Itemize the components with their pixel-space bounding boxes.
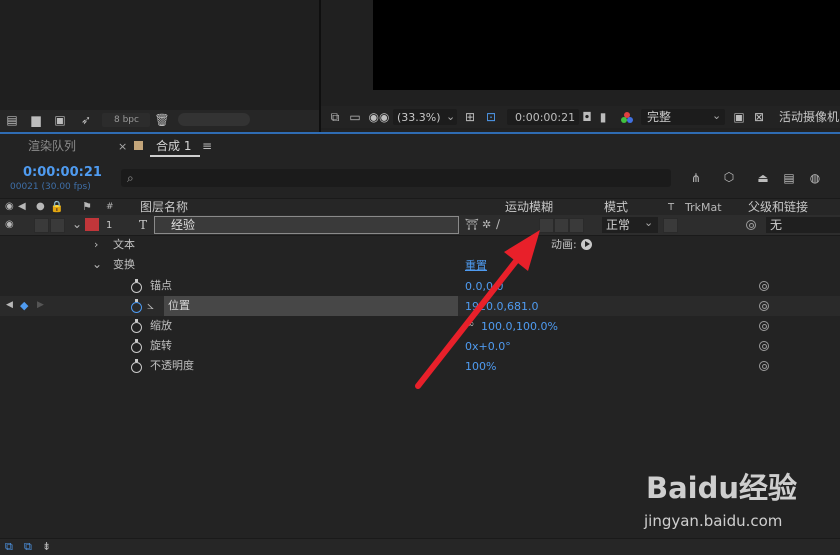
transfer-controls-toggle-icon[interactable]: ⧉ [24,541,32,552]
baidu-watermark: Baidu经验 jingyan.baidu.com [640,460,835,540]
baidu-url: jingyan.baidu.com [644,512,783,530]
layer-switches-toggle-icon[interactable]: ⧉ [5,541,13,552]
timeline-bottom-bar: ⧉ ⧉ ⇟ [0,538,840,555]
in-out-toggle-icon[interactable]: ⇟ [42,541,51,552]
baidu-logo: Baidu经验 [646,471,798,505]
